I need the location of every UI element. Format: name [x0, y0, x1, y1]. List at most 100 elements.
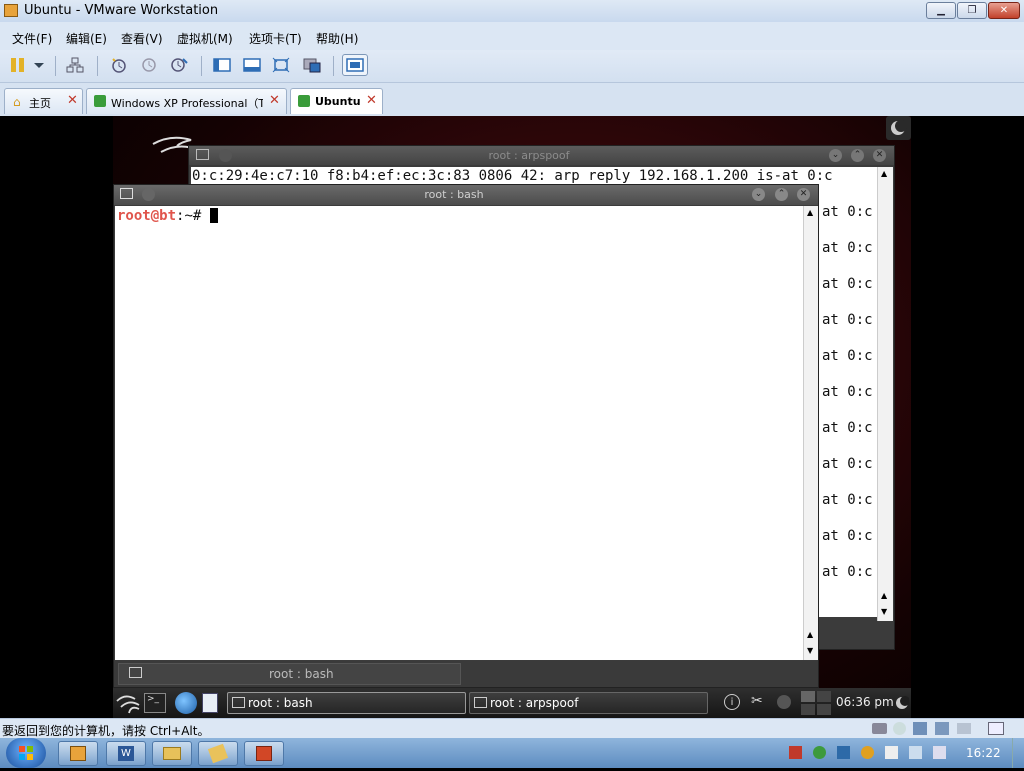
browser-launcher-icon[interactable]: [175, 692, 197, 714]
snapshot-take-icon[interactable]: [110, 57, 128, 73]
desktop-2[interactable]: [817, 691, 831, 702]
scroll-up-icon[interactable]: ▲: [807, 630, 813, 639]
fullscreen-icon[interactable]: [272, 57, 290, 73]
hdd-icon[interactable]: [872, 723, 887, 734]
window-titlebar[interactable]: root : arpspoof ⌄ ⌃ ✕: [189, 146, 894, 165]
minimize-button[interactable]: ▁: [926, 2, 956, 19]
guest-clock[interactable]: 06:36 pm: [836, 695, 894, 709]
stretch-view-icon[interactable]: [342, 54, 368, 76]
vm-icon: [94, 95, 106, 107]
show-desktop-button[interactable]: [1012, 738, 1024, 768]
menu-tabs[interactable]: 选项卡(T): [249, 30, 302, 47]
tray-icon[interactable]: [813, 746, 826, 759]
shell-prompt[interactable]: root@bt:~#: [117, 208, 218, 224]
kde-menu-icon[interactable]: [115, 691, 141, 715]
desktop-widget[interactable]: [886, 116, 911, 140]
terminal-line: at 0:c: [822, 420, 873, 436]
tab-close-icon[interactable]: ✕: [67, 93, 78, 108]
tray-icon[interactable]: [789, 746, 802, 759]
shield-icon[interactable]: [837, 746, 850, 759]
tab-windows-xp[interactable]: Windows XP Professional（Te… ✕: [86, 88, 287, 114]
close-icon[interactable]: ✕: [797, 188, 810, 201]
menu-file[interactable]: 文件(F): [12, 30, 52, 47]
info-icon[interactable]: i: [724, 694, 740, 710]
scrollbar[interactable]: ▲ ▲ ▼: [877, 167, 893, 621]
moon-icon[interactable]: [895, 695, 909, 711]
konsole-launcher-icon[interactable]: >_: [144, 693, 166, 713]
terminal-tab[interactable]: root : bash: [118, 663, 461, 685]
scrollbar[interactable]: ▲ ▲ ▼: [803, 206, 818, 660]
terminal-icon: [232, 697, 245, 708]
task-root-bash[interactable]: root : bash: [227, 692, 466, 714]
tab-ubuntu[interactable]: Ubuntu ✕: [290, 88, 383, 114]
close-button[interactable]: ✕: [988, 2, 1020, 19]
maximize-icon[interactable]: ⌃: [775, 188, 788, 201]
snapshot-manager-icon[interactable]: [170, 57, 188, 73]
statusbar: 要返回到您的计算机，请按 Ctrl+Alt。: [0, 718, 1024, 739]
terminal-line: at 0:c: [822, 240, 873, 256]
tab-label: Ubuntu: [315, 95, 361, 108]
tab-close-icon[interactable]: ✕: [269, 93, 280, 108]
sidebar-toggle-icon[interactable]: [213, 57, 231, 73]
desktop-3[interactable]: [801, 704, 815, 715]
desktop-1[interactable]: [801, 691, 815, 702]
tab-close-icon[interactable]: ✕: [366, 93, 377, 108]
start-button[interactable]: [6, 738, 46, 768]
toolbar: [0, 50, 1024, 83]
terminal-input-area[interactable]: root@bt:~#: [115, 206, 803, 660]
pause-icon[interactable]: [9, 57, 27, 73]
minimize-icon[interactable]: ⌄: [829, 149, 842, 162]
maximize-icon[interactable]: ⌃: [851, 149, 864, 162]
menu-view[interactable]: 查看(V): [121, 30, 163, 47]
scissors-icon[interactable]: ✂: [751, 693, 763, 709]
volume-icon[interactable]: [933, 746, 946, 759]
menu-vm[interactable]: 虚拟机(M): [177, 30, 233, 47]
close-icon[interactable]: ✕: [873, 149, 886, 162]
tab-label: 主页: [29, 97, 51, 110]
file-manager-icon[interactable]: [202, 693, 218, 713]
window-title: root : arpspoof: [488, 149, 570, 162]
sound-device-icon[interactable]: [957, 723, 971, 734]
chevron-down-icon[interactable]: [30, 57, 48, 73]
menu-edit[interactable]: 编辑(E): [66, 30, 107, 47]
menu-help[interactable]: 帮助(H): [316, 30, 358, 47]
toolbar-divider: [333, 56, 334, 76]
message-log-icon[interactable]: [988, 722, 1004, 735]
task-label: root : bash: [248, 696, 313, 710]
tab-home[interactable]: ⌂ 主页 ✕: [4, 88, 83, 114]
minimize-icon[interactable]: ⌄: [752, 188, 765, 201]
window-titlebar[interactable]: root : bash ⌄ ⌃ ✕: [114, 185, 818, 205]
device-notifier-icon[interactable]: [777, 695, 791, 709]
network-icon[interactable]: [909, 746, 922, 759]
pager[interactable]: [801, 691, 833, 715]
scroll-down-icon[interactable]: ▼: [807, 646, 813, 655]
taskbar-explorer-icon[interactable]: [152, 741, 192, 766]
scroll-up-icon[interactable]: ▲: [881, 169, 887, 178]
home-icon: ⌂: [13, 95, 21, 109]
terminal-line: at 0:c: [822, 312, 873, 328]
scroll-down-icon[interactable]: ▼: [881, 607, 887, 616]
terminal-line: at 0:c: [822, 276, 873, 292]
snapshot-revert-icon[interactable]: [140, 57, 158, 73]
taskbar-word-icon[interactable]: W: [106, 741, 146, 766]
desktop-4[interactable]: [817, 704, 831, 715]
scroll-up-icon[interactable]: ▲: [881, 591, 887, 600]
tray-icon[interactable]: [861, 746, 874, 759]
terminal-line: at 0:c: [822, 384, 873, 400]
restore-button[interactable]: ❐: [957, 2, 987, 19]
taskbar-vmware-icon[interactable]: [58, 741, 98, 766]
usb-icon[interactable]: [935, 722, 949, 735]
unity-mode-icon[interactable]: [303, 57, 321, 73]
network-icon[interactable]: [66, 57, 84, 73]
taskbar-app-icon[interactable]: [198, 741, 238, 766]
cdrom-icon[interactable]: [893, 722, 906, 735]
scroll-up-icon[interactable]: ▲: [807, 208, 813, 217]
network-adapter-icon[interactable]: [913, 722, 927, 735]
tab-label: Windows XP Professional（Te…: [111, 97, 263, 110]
tray-icon[interactable]: [885, 746, 898, 759]
task-root-arpspoof[interactable]: root : arpspoof: [469, 692, 708, 714]
console-view-icon[interactable]: [243, 57, 261, 73]
terminal-window-bash[interactable]: root : bash ⌄ ⌃ ✕ root@bt:~# ▲ ▲ ▼ root …: [113, 184, 819, 688]
host-clock[interactable]: 16:22: [966, 746, 1001, 760]
taskbar-powerpoint-icon[interactable]: [244, 741, 284, 766]
